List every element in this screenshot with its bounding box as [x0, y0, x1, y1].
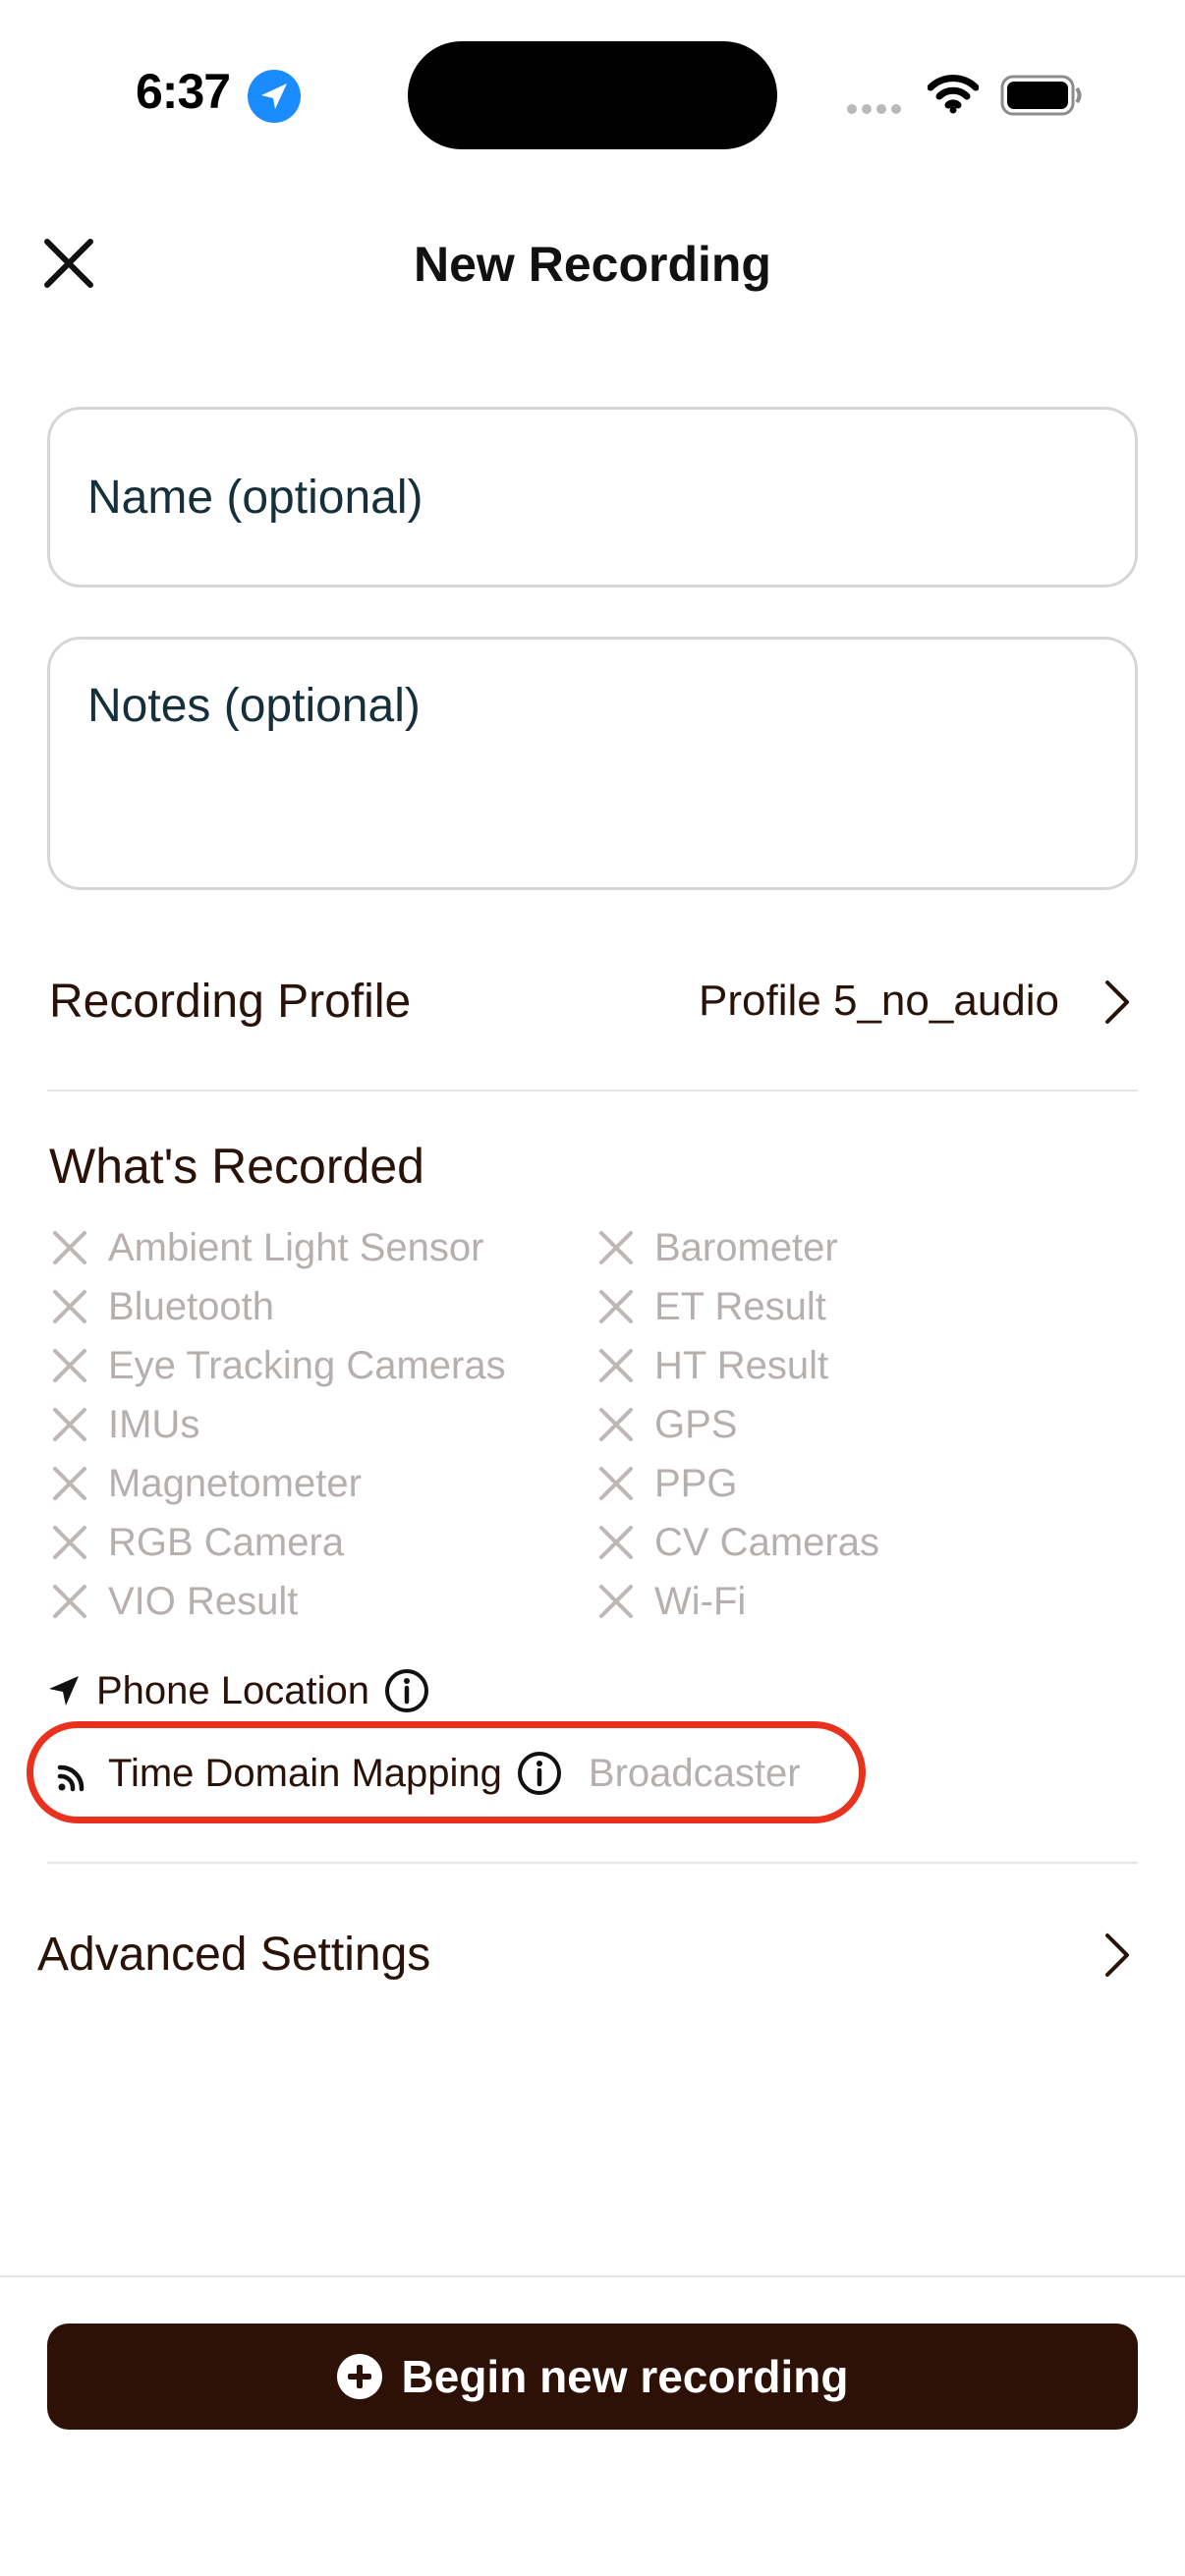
list-item: HT Result	[595, 1338, 879, 1393]
x-mark-icon	[599, 1349, 633, 1382]
list-item-label: VIO Result	[108, 1579, 299, 1623]
footer-divider	[0, 2275, 1185, 2277]
x-mark-icon	[599, 1231, 633, 1264]
page-title: New Recording	[414, 237, 771, 292]
location-arrow-icon	[49, 1676, 79, 1706]
list-item-label: IMUs	[108, 1402, 200, 1446]
info-circle-icon[interactable]	[383, 1667, 430, 1714]
recorded-list-right: Barometer ET Result HT Result GPS PPG CV…	[595, 1220, 879, 1629]
recording-profile-value: Profile 5_no_audio	[699, 977, 1059, 1025]
list-item: RGB Camera	[49, 1515, 506, 1570]
x-mark-icon	[53, 1231, 86, 1264]
begin-new-recording-label: Begin new recording	[401, 2351, 849, 2402]
list-item: CV Cameras	[595, 1515, 879, 1570]
divider	[47, 1090, 1138, 1092]
time-domain-mapping-label: Time Domain Mapping	[108, 1751, 502, 1795]
time-domain-mapping-row: Time Domain Mapping Broadcaster	[55, 1747, 801, 1800]
advanced-settings-label: Advanced Settings	[37, 1929, 431, 1981]
chevron-right-icon	[1102, 1932, 1132, 1984]
list-item-label: Barometer	[654, 1225, 838, 1269]
x-mark-icon	[53, 1408, 86, 1441]
list-item-label: RGB Camera	[108, 1520, 345, 1564]
x-mark-icon	[599, 1408, 633, 1441]
x-mark-icon	[599, 1526, 633, 1559]
x-mark-icon	[599, 1467, 633, 1500]
phone-location-label: Phone Location	[96, 1668, 370, 1712]
begin-new-recording-button[interactable]: Begin new recording	[47, 2324, 1138, 2430]
list-item: GPS	[595, 1397, 879, 1452]
x-mark-icon	[53, 1526, 86, 1559]
list-item-label: GPS	[654, 1402, 738, 1446]
list-item: Eye Tracking Cameras	[49, 1338, 506, 1393]
list-item: PPG	[595, 1456, 879, 1511]
recording-profile-row[interactable]: Recording Profile Profile 5_no_audio	[47, 963, 1138, 1041]
info-circle-icon[interactable]	[516, 1750, 563, 1797]
list-item-label: Bluetooth	[108, 1284, 275, 1328]
recorded-list-left: Ambient Light Sensor Bluetooth Eye Track…	[49, 1220, 506, 1629]
battery-icon	[1000, 75, 1083, 121]
location-arrow-icon	[248, 70, 301, 123]
list-item: Bluetooth	[49, 1279, 506, 1334]
time-domain-mapping-value: Broadcaster	[588, 1751, 801, 1795]
status-time: 6:37	[136, 64, 231, 119]
phone-location-row: Phone Location	[47, 1664, 430, 1717]
name-placeholder: Name (optional)	[87, 472, 423, 524]
list-item: Wi-Fi	[595, 1574, 879, 1629]
whats-recorded-title: What's Recorded	[49, 1139, 424, 1194]
advanced-settings-row[interactable]: Advanced Settings	[35, 1916, 1138, 1994]
plus-circle-icon	[336, 2354, 382, 2399]
wifi-icon	[927, 75, 980, 119]
list-item-label: CV Cameras	[654, 1520, 879, 1564]
list-item: Barometer	[595, 1220, 879, 1275]
list-item-label: HT Result	[654, 1343, 829, 1387]
name-field[interactable]: Name (optional)	[47, 407, 1138, 588]
x-mark-icon	[53, 1349, 86, 1382]
notes-placeholder: Notes (optional)	[87, 680, 421, 732]
x-mark-icon	[53, 1467, 86, 1500]
list-item: VIO Result	[49, 1574, 506, 1629]
list-item: ET Result	[595, 1279, 879, 1334]
broadcast-icon	[57, 1764, 85, 1792]
divider	[47, 1862, 1138, 1864]
recording-profile-label: Recording Profile	[49, 976, 412, 1028]
list-item: Ambient Light Sensor	[49, 1220, 506, 1275]
chevron-right-icon	[1102, 979, 1132, 1031]
list-item-label: Eye Tracking Cameras	[108, 1343, 506, 1387]
notes-field[interactable]: Notes (optional)	[47, 637, 1138, 890]
x-mark-icon	[53, 1585, 86, 1618]
list-item-label: Magnetometer	[108, 1461, 362, 1505]
list-item: IMUs	[49, 1397, 506, 1452]
x-mark-icon	[599, 1290, 633, 1323]
dynamic-island	[408, 41, 777, 149]
list-item-label: Ambient Light Sensor	[108, 1225, 484, 1269]
x-mark-icon	[53, 1290, 86, 1323]
list-item-label: Wi-Fi	[654, 1579, 747, 1623]
list-item-label: ET Result	[654, 1284, 826, 1328]
list-item-label: PPG	[654, 1461, 738, 1505]
x-mark-icon	[599, 1585, 633, 1618]
list-item: Magnetometer	[49, 1456, 506, 1511]
